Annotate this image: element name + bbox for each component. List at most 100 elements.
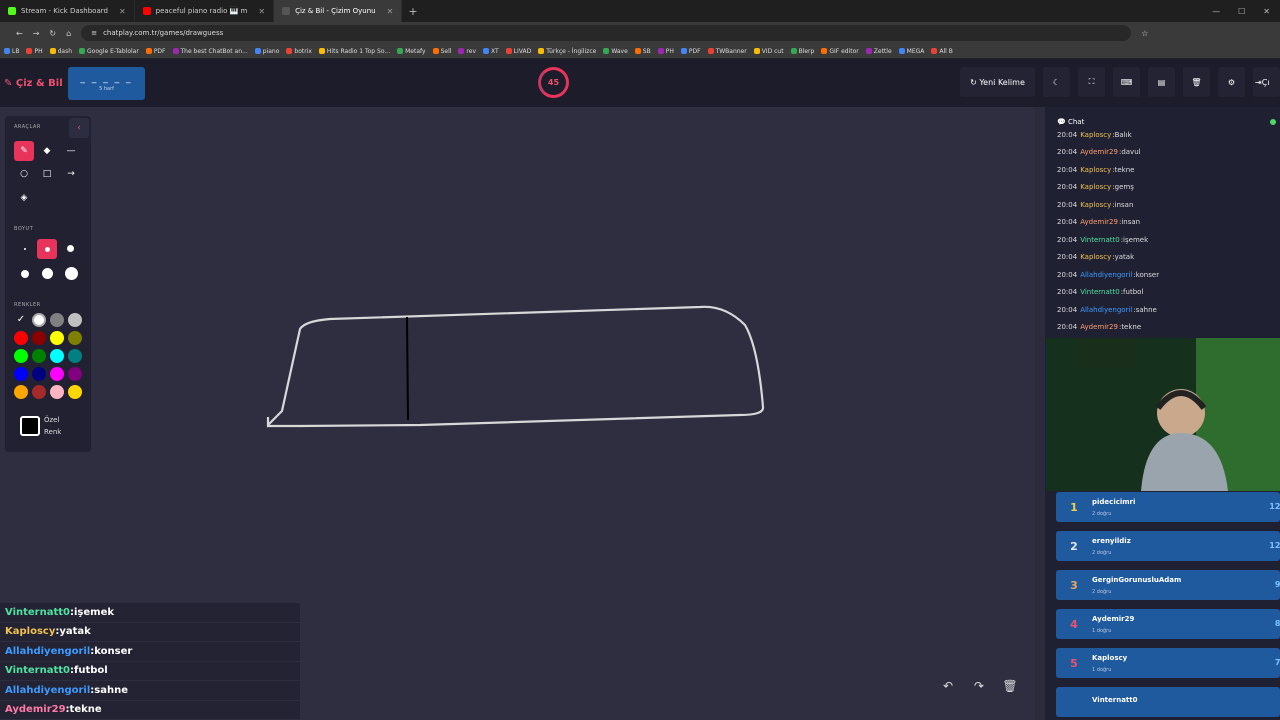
bookmark-item[interactable]: Sell <box>432 48 451 55</box>
bookmark-item[interactable]: Hits Radio 1 Top So... <box>318 48 390 55</box>
bookmark-item[interactable]: The best ChatBot an... <box>172 48 248 55</box>
chat-message: 20:04 Aydemir29: tekne <box>1045 319 1280 333</box>
browser-tab-active[interactable]: Çiz & Bil - Çizim Oyunu ✕ <box>274 0 403 22</box>
bookmark-item[interactable]: Zettle <box>865 48 892 55</box>
color-swatch[interactable] <box>14 367 28 381</box>
keyboard-button[interactable]: ⌨ <box>1113 67 1140 97</box>
message-username: Vinternatt0 <box>1080 288 1120 297</box>
bookmark-item[interactable]: MEGA <box>898 48 924 55</box>
bookmark-star-icon[interactable]: ☆ <box>1141 29 1148 38</box>
collapse-panel-button[interactable]: ‹ <box>69 118 89 138</box>
delete-button[interactable]: 🗑 <box>1183 67 1210 97</box>
close-window-icon[interactable]: ✕ <box>1263 7 1270 16</box>
bookmark-item[interactable]: VID cut <box>753 48 784 55</box>
color-swatch[interactable] <box>50 349 64 363</box>
color-swatch[interactable] <box>68 367 82 381</box>
correct-count: 2 doğru <box>1092 549 1112 556</box>
exit-button[interactable]: ⇥ Çı <box>1253 67 1280 97</box>
bookmark-item[interactable]: All B <box>931 48 953 55</box>
close-icon[interactable]: ✕ <box>258 7 265 16</box>
circle-tool[interactable]: ○ <box>14 164 34 184</box>
color-swatch[interactable] <box>50 385 64 399</box>
clear-canvas-button[interactable]: 🗑 <box>1000 676 1020 696</box>
color-swatch-selected[interactable]: ✓ <box>14 313 28 327</box>
color-swatch[interactable] <box>32 385 46 399</box>
mast-stroke <box>406 316 409 421</box>
fullscreen-button[interactable]: ⛶ <box>1078 67 1105 97</box>
bookmark-item[interactable]: rev <box>458 48 476 55</box>
bookmark-item[interactable]: piano <box>254 48 279 55</box>
overlay-username: Aydemir29 <box>5 704 66 716</box>
url-field[interactable]: ≡ chatplay.com.tr/games/drawguess <box>81 25 1132 41</box>
home-icon[interactable]: ⌂ <box>66 29 71 38</box>
url-text: chatplay.com.tr/games/drawguess <box>103 29 224 37</box>
bookmark-item[interactable]: Türkçe - İngilizce <box>538 48 596 55</box>
custom-color-button[interactable] <box>20 416 40 436</box>
maximize-icon[interactable]: ☐ <box>1238 7 1245 16</box>
color-swatch[interactable] <box>14 331 28 345</box>
bookmark-item[interactable]: botrix <box>286 48 312 55</box>
bookmark-item[interactable]: PDF <box>680 48 701 55</box>
bookmark-item[interactable]: PH <box>26 48 43 55</box>
eraser-tool[interactable]: ◆ <box>37 141 57 161</box>
bookmark-item[interactable]: LB <box>4 48 19 55</box>
color-swatch[interactable] <box>32 349 46 363</box>
bookmark-item[interactable]: LIVAD <box>505 47 532 55</box>
bookmark-item[interactable]: dash <box>49 48 72 55</box>
bookmark-item[interactable]: TWBanner <box>707 48 747 55</box>
new-tab-button[interactable]: + <box>402 5 423 18</box>
pen-tool[interactable]: ✎ <box>14 141 34 161</box>
color-swatch[interactable] <box>68 331 82 345</box>
bookmark-item[interactable]: PH <box>657 48 674 55</box>
back-icon[interactable]: ← <box>16 29 23 38</box>
rectangle-tool[interactable]: □ <box>37 164 57 184</box>
arrow-tool[interactable]: → <box>61 164 81 184</box>
browser-tab[interactable]: Stream - Kick Dashboard ✕ <box>0 0 135 22</box>
settings-button[interactable]: ⚙ <box>1218 67 1245 97</box>
archive-button[interactable]: ▤ <box>1148 67 1175 97</box>
color-swatch[interactable] <box>50 331 64 345</box>
bookmark-item[interactable]: GIF editor <box>821 48 859 55</box>
new-word-button[interactable]: ↻ Yeni Kelime <box>960 67 1035 97</box>
size-option-xxl[interactable] <box>65 267 78 280</box>
theme-toggle-button[interactable]: ☾ <box>1043 67 1070 97</box>
bookmark-item[interactable]: XT <box>483 48 499 55</box>
color-swatch[interactable] <box>32 313 46 327</box>
minimize-icon[interactable]: — <box>1212 7 1220 16</box>
bookmark-label: LIVAD <box>513 47 532 55</box>
bookmark-item[interactable]: PDF <box>145 48 166 55</box>
bookmarks-bar: LB PH dash Google E-Tablolar PDF The best Cha… <box>0 44 1280 59</box>
size-option-xl[interactable] <box>42 268 53 279</box>
bookmark-item[interactable]: Google E-Tablolar <box>79 48 139 55</box>
fill-tool[interactable]: ◈ <box>14 188 34 208</box>
undo-button[interactable]: ↶ <box>938 676 958 696</box>
site-info-icon[interactable]: ≡ <box>91 29 97 37</box>
bookmark-item[interactable]: Blerp <box>790 48 814 55</box>
size-option-xs[interactable] <box>24 248 26 250</box>
bookmark-item[interactable]: SB <box>634 48 651 55</box>
chat-message: 20:04 Allahdiyengoril: sahne <box>1045 301 1280 319</box>
size-option-s-selected[interactable] <box>37 239 57 259</box>
line-tool[interactable]: — <box>61 141 81 161</box>
color-swatch[interactable] <box>50 313 64 327</box>
color-swatch[interactable] <box>68 385 82 399</box>
tab-title: Stream - Kick Dashboard <box>21 7 108 15</box>
close-icon[interactable]: ✕ <box>387 7 394 16</box>
color-swatch[interactable] <box>68 313 82 327</box>
color-swatch[interactable] <box>32 331 46 345</box>
forward-icon[interactable]: → <box>33 29 40 38</box>
message-text: insan <box>1114 200 1134 209</box>
close-icon[interactable]: ✕ <box>119 7 126 16</box>
color-swatch[interactable] <box>14 349 28 363</box>
size-option-l[interactable] <box>21 270 29 278</box>
reload-icon[interactable]: ↻ <box>49 29 56 38</box>
color-swatch[interactable] <box>32 367 46 381</box>
redo-button[interactable]: ↷ <box>969 676 989 696</box>
color-swatch[interactable] <box>68 349 82 363</box>
bookmark-item[interactable]: Metafy <box>397 48 426 55</box>
bookmark-item[interactable]: Wave <box>603 48 628 55</box>
color-swatch[interactable] <box>50 367 64 381</box>
browser-tab[interactable]: peaceful piano radio 🎹 m ✕ <box>135 0 275 22</box>
color-swatch[interactable] <box>14 385 28 399</box>
size-option-m[interactable] <box>67 245 74 252</box>
